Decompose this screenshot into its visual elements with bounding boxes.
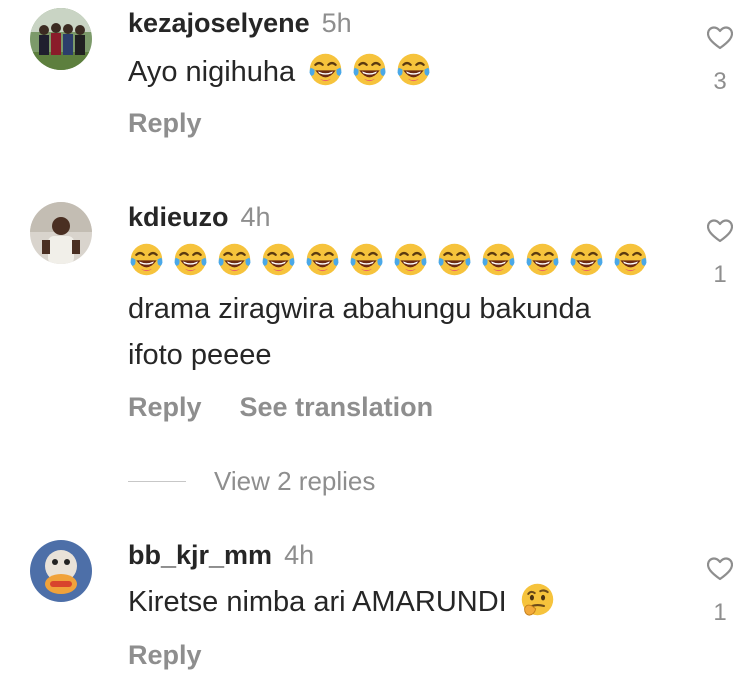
username[interactable]: kdieuzo	[128, 202, 229, 232]
view-replies-label[interactable]: View 2 replies	[214, 466, 375, 496]
see-translation-button[interactable]: See translation	[240, 392, 434, 422]
heart-icon[interactable]	[700, 219, 740, 243]
view-replies-button[interactable]: View 2 replies	[128, 466, 375, 500]
face-with-tears-of-joy-icon	[304, 241, 341, 278]
comment-actions: Reply	[128, 108, 202, 139]
face-with-tears-of-joy-icon	[260, 241, 297, 278]
comment-text-content: Ayo nigihuha	[128, 56, 296, 88]
comment-text-content: Kiretse nimba ari AMARUNDI	[128, 586, 507, 618]
avatar-person-photo	[30, 202, 92, 264]
emoji-group	[307, 53, 439, 88]
comment-actions: Reply See translation	[128, 392, 433, 423]
emoji-group	[128, 243, 656, 278]
timestamp: 4h	[240, 202, 271, 232]
comment-header: kdieuzo 4h	[128, 200, 271, 234]
avatar[interactable]	[30, 8, 92, 70]
avatar-group-photo	[30, 8, 92, 70]
face-with-tears-of-joy-icon	[216, 241, 253, 278]
face-with-tears-of-joy-icon	[395, 51, 432, 88]
username[interactable]: kezajoselyene	[128, 8, 310, 38]
like-control: 1	[700, 219, 740, 289]
heart-icon[interactable]	[700, 26, 740, 50]
like-control: 3	[700, 26, 740, 96]
avatar[interactable]	[30, 540, 92, 602]
like-control: 1	[700, 557, 740, 627]
face-with-tears-of-joy-icon	[172, 241, 209, 278]
face-with-tears-of-joy-icon	[568, 241, 605, 278]
heart-icon[interactable]	[700, 557, 740, 581]
avatar-cartoon-photo	[30, 540, 92, 602]
face-with-tears-of-joy-icon	[392, 241, 429, 278]
like-count: 3	[713, 68, 727, 95]
reply-button[interactable]: Reply	[128, 640, 202, 670]
like-count: 1	[713, 599, 727, 626]
face-with-tears-of-joy-icon	[612, 241, 649, 278]
face-with-tears-of-joy-icon	[480, 241, 517, 278]
face-with-tears-of-joy-icon	[307, 51, 344, 88]
timestamp: 5h	[321, 8, 352, 38]
comment-text-line: drama ziragwira abahungu bakunda	[128, 293, 591, 325]
view-replies-divider	[128, 481, 186, 482]
face-with-tears-of-joy-icon	[128, 241, 165, 278]
username[interactable]: bb_kjr_mm	[128, 540, 272, 570]
reply-button[interactable]: Reply	[128, 108, 202, 138]
comment-actions: Reply	[128, 640, 202, 671]
face-with-tears-of-joy-icon	[524, 241, 561, 278]
emoji-row	[128, 240, 656, 284]
reply-button[interactable]: Reply	[128, 392, 202, 422]
comment-header: bb_kjr_mm 4h	[128, 538, 314, 572]
timestamp: 4h	[284, 540, 315, 570]
face-with-tears-of-joy-icon	[351, 51, 388, 88]
avatar[interactable]	[30, 202, 92, 264]
comment-text: Kiretse nimba ari AMARUNDI	[128, 580, 563, 624]
thinking-face-icon	[519, 581, 556, 618]
like-count: 1	[713, 261, 727, 288]
face-with-tears-of-joy-icon	[436, 241, 473, 278]
comment-header: kezajoselyene 5h	[128, 6, 352, 40]
comment-text-line: ifoto peeee	[128, 339, 272, 371]
comment-text: Ayo nigihuha	[128, 50, 439, 94]
face-with-tears-of-joy-icon	[348, 241, 385, 278]
